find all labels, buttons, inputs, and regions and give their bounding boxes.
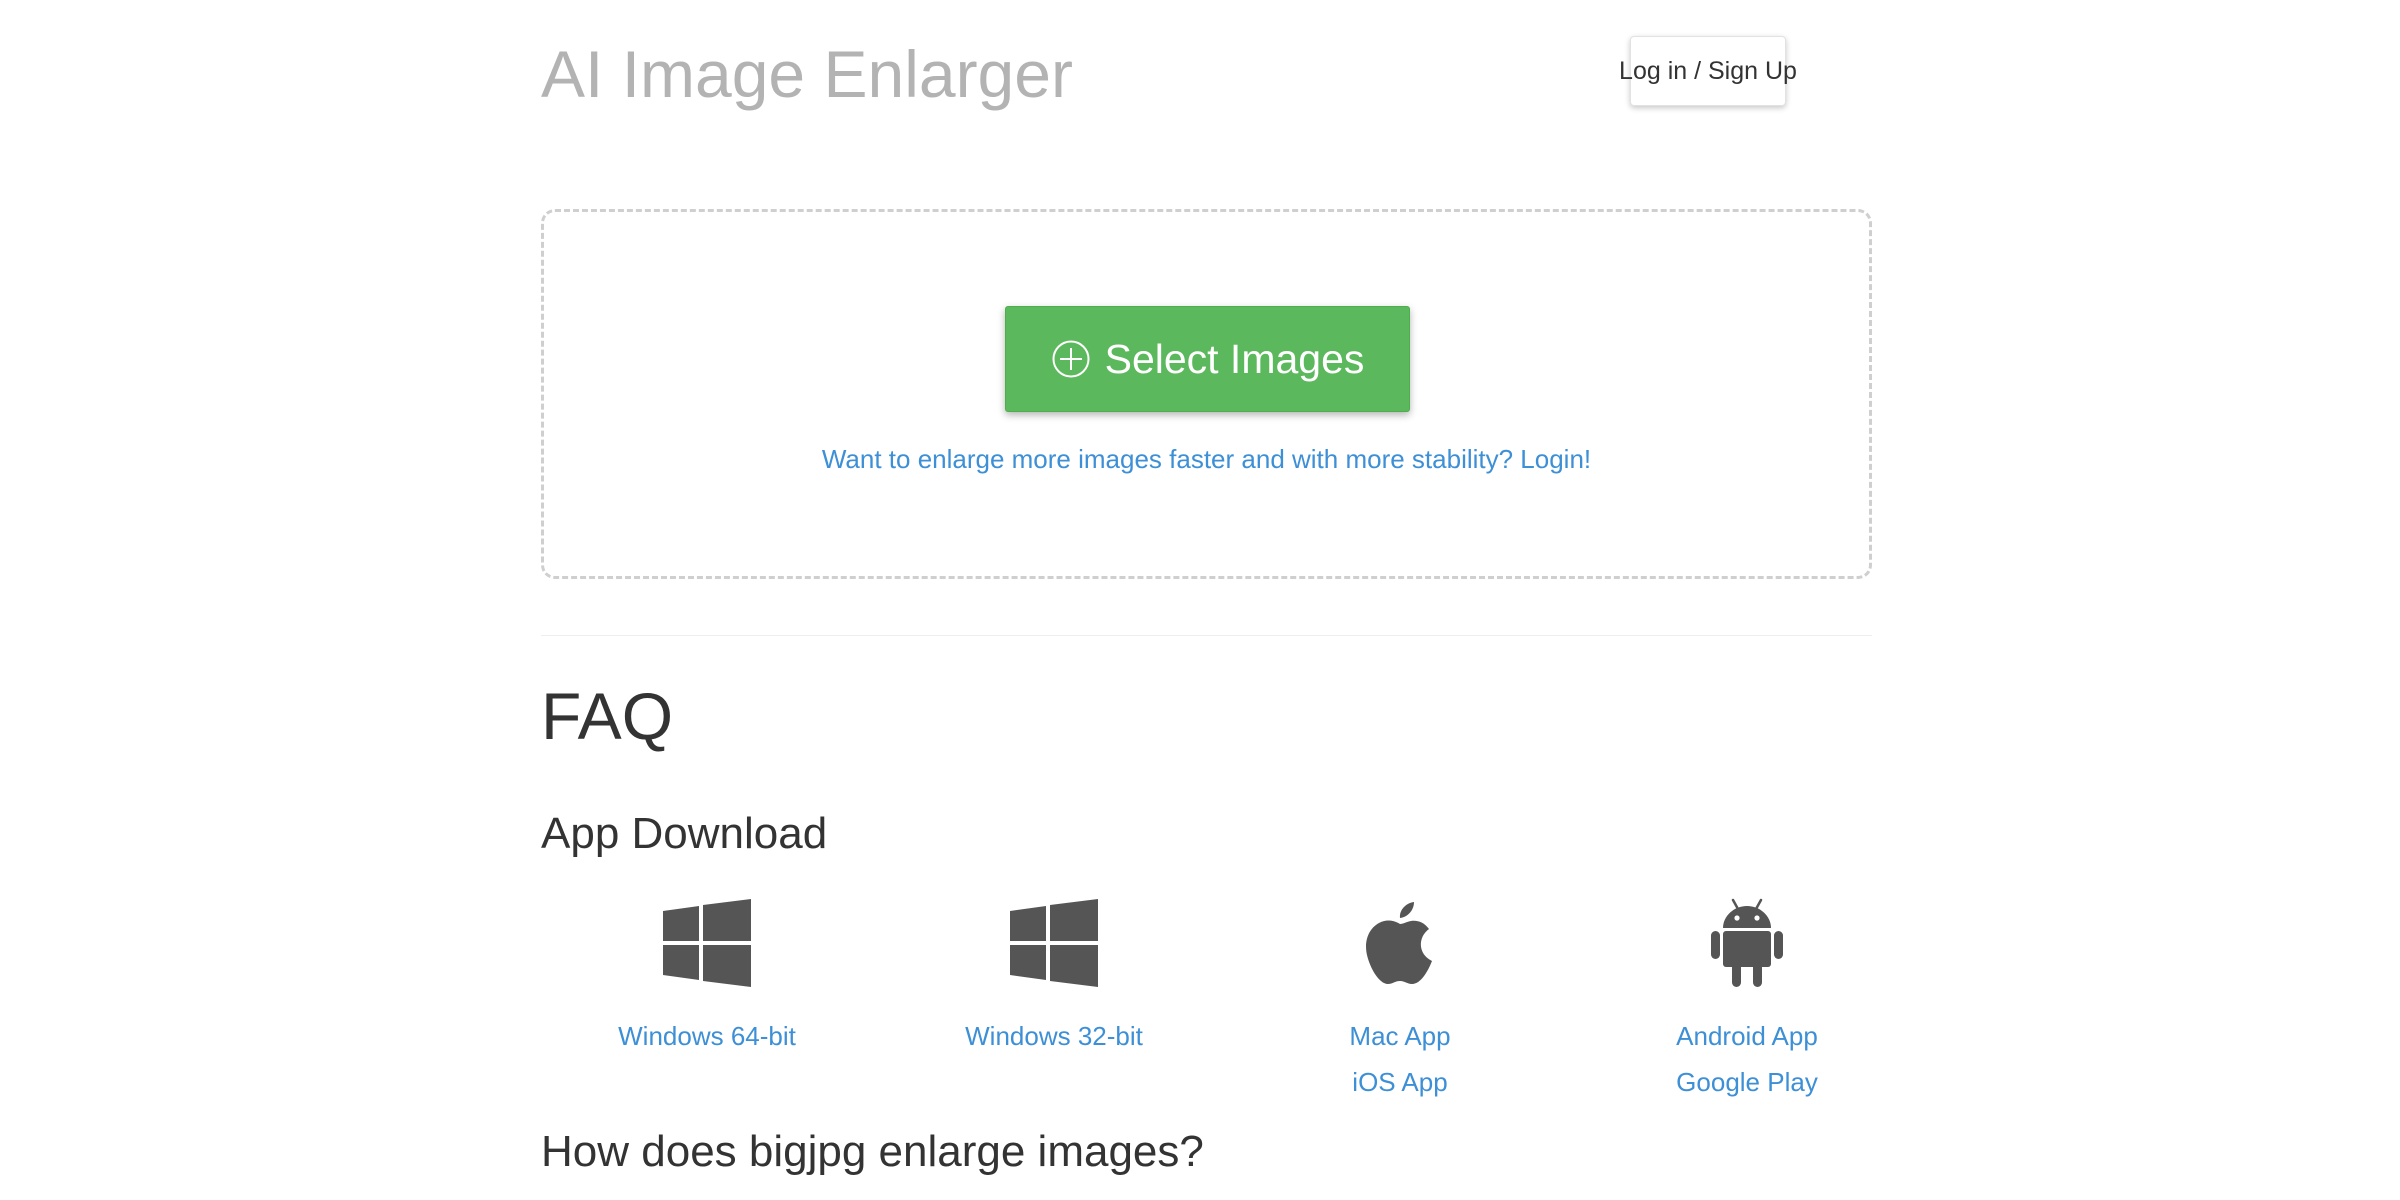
- download-android: Android App Google Play: [1581, 895, 1913, 1110]
- select-images-label: Select Images: [1104, 335, 1365, 382]
- page: AI Image Enlarger Log in / Sign Up Selec…: [0, 0, 2400, 1200]
- app-download-title: App Download: [541, 809, 828, 858]
- mac-app-link[interactable]: Mac App: [1234, 1021, 1566, 1052]
- download-windows-32: Windows 32-bit: [888, 895, 1220, 1110]
- download-apple: Mac App iOS App: [1234, 895, 1566, 1110]
- login-signup-button[interactable]: Log in / Sign Up: [1619, 36, 1797, 106]
- site-title: AI Image Enlarger: [541, 37, 1073, 111]
- apple-icon: [1356, 895, 1444, 991]
- section-divider: [541, 635, 1872, 636]
- app-download-list: Windows 64-bit Windows 32-bit Mac App iO…: [541, 895, 1872, 1110]
- android-app-link[interactable]: Android App: [1581, 1021, 1913, 1052]
- google-play-link[interactable]: Google Play: [1581, 1067, 1913, 1098]
- windows-64-link[interactable]: Windows 64-bit: [541, 1021, 873, 1052]
- main-container: AI Image Enlarger Log in / Sign Up Selec…: [541, 0, 1872, 1200]
- windows-32-link[interactable]: Windows 32-bit: [888, 1021, 1220, 1052]
- android-icon: [1703, 895, 1791, 991]
- select-images-button[interactable]: Select Images: [1005, 306, 1410, 412]
- plus-circle-icon: [1051, 339, 1091, 379]
- upload-dropzone[interactable]: Select Images Want to enlarge more image…: [541, 209, 1872, 579]
- windows-icon: [663, 895, 751, 991]
- ios-app-link[interactable]: iOS App: [1234, 1067, 1566, 1098]
- faq-title: FAQ: [541, 679, 674, 753]
- login-hint-link[interactable]: Want to enlarge more images faster and w…: [544, 444, 1869, 475]
- windows-icon: [1010, 895, 1098, 991]
- download-windows-64: Windows 64-bit: [541, 895, 873, 1110]
- how-it-works-title: How does bigjpg enlarge images?: [541, 1127, 1204, 1176]
